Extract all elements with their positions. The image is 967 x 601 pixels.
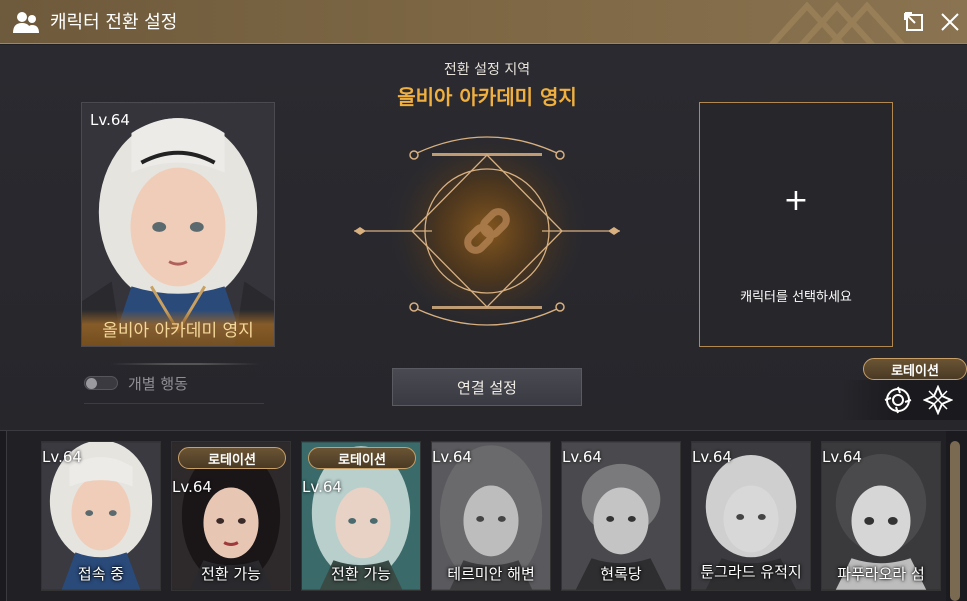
character-level: Lv.64 xyxy=(432,448,472,466)
select-character-slot[interactable]: + 캐릭터를 선택하세요 xyxy=(699,102,893,347)
character-list-track: Lv.64 접속 중 로테이션 Lv.64 전환 가능 로테이션 Lv.64 전… xyxy=(6,431,946,601)
flower-emblem-icon[interactable] xyxy=(883,385,913,415)
link-emblem xyxy=(354,126,620,336)
title-bar: 캐릭터 전환 설정 xyxy=(0,0,967,44)
character-status: 접속 중 xyxy=(77,565,125,583)
character-level: Lv.64 xyxy=(692,448,732,466)
character-level: Lv.64 xyxy=(42,448,82,466)
character-level: Lv.64 xyxy=(562,448,602,466)
connect-settings-button[interactable]: 연결 설정 xyxy=(392,368,582,406)
window-title: 캐릭터 전환 설정 xyxy=(50,12,178,33)
region-title: 올비아 아카데미 영지 xyxy=(397,85,577,109)
character-location: 테르미안 해변 xyxy=(447,565,535,583)
character-location: 현록당 xyxy=(600,565,642,583)
character-list-scrollbar[interactable] xyxy=(950,441,960,601)
character-status: 전환 가능 xyxy=(331,565,391,583)
region-subtitle: 전환 설정 지역 xyxy=(443,62,531,78)
character-card[interactable]: Lv.64 툰그라드 유적지 xyxy=(691,441,811,591)
character-location: 툰그라드 유적지 xyxy=(700,563,802,581)
add-character-icon: + xyxy=(783,183,809,218)
character-level: Lv.64 xyxy=(822,448,862,466)
character-card[interactable]: Lv.64 테르미안 해변 xyxy=(431,441,551,591)
divider xyxy=(110,363,260,365)
titlebar-decoration xyxy=(768,1,906,44)
cross-emblem-icon[interactable] xyxy=(923,385,953,415)
character-level: Lv.64 xyxy=(302,478,342,496)
rotation-icons xyxy=(840,380,967,420)
divider xyxy=(84,403,264,404)
character-list: Lv.64 접속 중 로테이션 Lv.64 전환 가능 로테이션 Lv.64 전… xyxy=(0,430,967,601)
main-panel: Lv.64 올비아 아카데미 영지 개별 행동 전환 설정 지역 올비아 아카데… xyxy=(0,45,967,430)
character-card[interactable]: Lv.64 현록당 xyxy=(561,441,681,591)
select-character-message: 캐릭터를 선택하세요 xyxy=(740,290,852,305)
character-card[interactable]: Lv.64 접속 중 xyxy=(41,441,161,591)
users-icon xyxy=(13,12,39,33)
rotation-badge: 로테이션 xyxy=(178,447,286,469)
character-card[interactable]: 로테이션 Lv.64 전환 가능 xyxy=(301,441,421,591)
character-card[interactable]: 로테이션 Lv.64 전환 가능 xyxy=(171,441,291,591)
close-button[interactable] xyxy=(936,8,964,36)
close-icon xyxy=(941,13,959,31)
individual-action-label: 개별 행동 xyxy=(128,374,188,393)
rotation-badge: 로테이션 xyxy=(308,447,416,469)
popout-button[interactable] xyxy=(900,8,928,36)
character-card[interactable]: Lv.64 파푸라오라 섬 xyxy=(821,441,941,591)
character-status: 전환 가능 xyxy=(201,565,261,583)
character-location: 파푸라오라 섬 xyxy=(837,565,925,583)
rotation-badge[interactable]: 로테이션 xyxy=(863,358,967,380)
character-level: Lv.64 xyxy=(172,478,212,496)
current-character-portrait[interactable]: Lv.64 올비아 아카데미 영지 xyxy=(81,102,275,347)
popout-icon xyxy=(904,12,923,31)
character-level: Lv.64 xyxy=(90,111,130,129)
character-region: 올비아 아카데미 영지 xyxy=(82,310,274,346)
individual-action-toggle[interactable] xyxy=(84,376,118,390)
individual-action-row[interactable]: 개별 행동 xyxy=(84,372,188,394)
